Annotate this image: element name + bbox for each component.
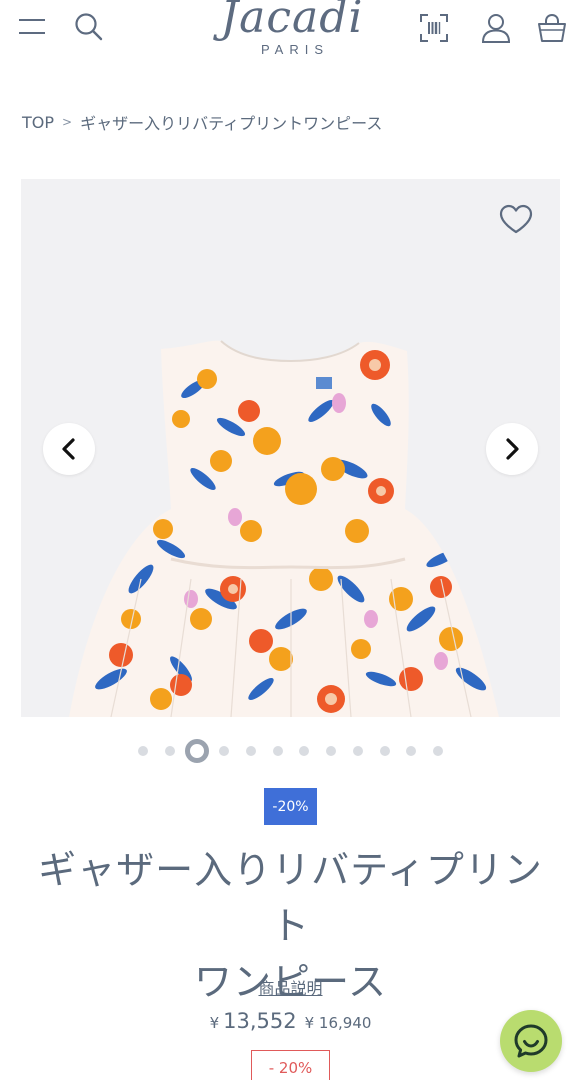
favorite-button[interactable] <box>496 199 536 239</box>
breadcrumb-separator: > <box>62 115 73 129</box>
next-image-button[interactable] <box>486 423 538 475</box>
pagination-dot[interactable] <box>273 746 283 756</box>
menu-button[interactable] <box>14 10 50 44</box>
breadcrumb-home-link[interactable]: TOP <box>22 113 54 132</box>
pagination-dot-active[interactable] <box>185 739 209 763</box>
cart-button[interactable] <box>532 8 572 48</box>
pagination-dot[interactable] <box>406 746 416 756</box>
pagination-dot[interactable] <box>165 746 175 756</box>
chevron-left-icon <box>62 438 75 460</box>
product-image-gallery[interactable] <box>21 179 560 717</box>
chat-bubble-icon <box>514 1024 548 1058</box>
brand-logo[interactable]: Jacadi PARIS <box>214 0 370 57</box>
site-header: Jacadi PARIS <box>0 0 581 60</box>
price-row: ¥ 13,552 ¥ 16,940 <box>0 1009 581 1033</box>
user-icon <box>481 14 511 43</box>
price-currency: ¥ <box>209 1014 220 1032</box>
product-title-line1: ギャザー入りリバティプリント <box>38 848 543 948</box>
pagination-dot[interactable] <box>380 746 390 756</box>
breadcrumb: TOP > ギャザー入りリバティプリントワンピース <box>22 112 383 134</box>
pagination-dot[interactable] <box>299 746 309 756</box>
logo-subtitle: PARIS <box>260 42 330 57</box>
product-description-link-row: 商品説明 <box>0 975 581 999</box>
product-image <box>21 179 560 717</box>
search-button[interactable] <box>70 8 108 46</box>
product-description-link[interactable]: 商品説明 <box>258 979 322 998</box>
shopping-bag-icon <box>538 13 566 42</box>
logo-wordmark: Jacadi <box>220 0 364 43</box>
chevron-right-icon <box>506 438 519 460</box>
price-current: 13,552 <box>223 1009 297 1033</box>
search-icon <box>75 13 103 41</box>
account-button[interactable] <box>476 8 516 48</box>
discount-label: - 20% <box>251 1050 330 1080</box>
pagination-dot[interactable] <box>246 746 256 756</box>
hamburger-menu-icon <box>19 19 45 34</box>
barcode-scan-icon <box>420 14 448 42</box>
scan-button[interactable] <box>414 8 454 48</box>
previous-image-button[interactable] <box>43 423 95 475</box>
price-original: ¥ 16,940 <box>304 1014 372 1032</box>
pagination-dot[interactable] <box>138 746 148 756</box>
gallery-pagination <box>0 739 581 763</box>
promo-badge: -20% <box>264 788 317 825</box>
pagination-dot[interactable] <box>326 746 336 756</box>
breadcrumb-current: ギャザー入りリバティプリントワンピース <box>80 114 383 133</box>
pagination-dot[interactable] <box>433 746 443 756</box>
chat-button[interactable] <box>500 1010 562 1072</box>
heart-icon <box>499 204 533 234</box>
pagination-dot[interactable] <box>219 746 229 756</box>
pagination-dot[interactable] <box>353 746 363 756</box>
